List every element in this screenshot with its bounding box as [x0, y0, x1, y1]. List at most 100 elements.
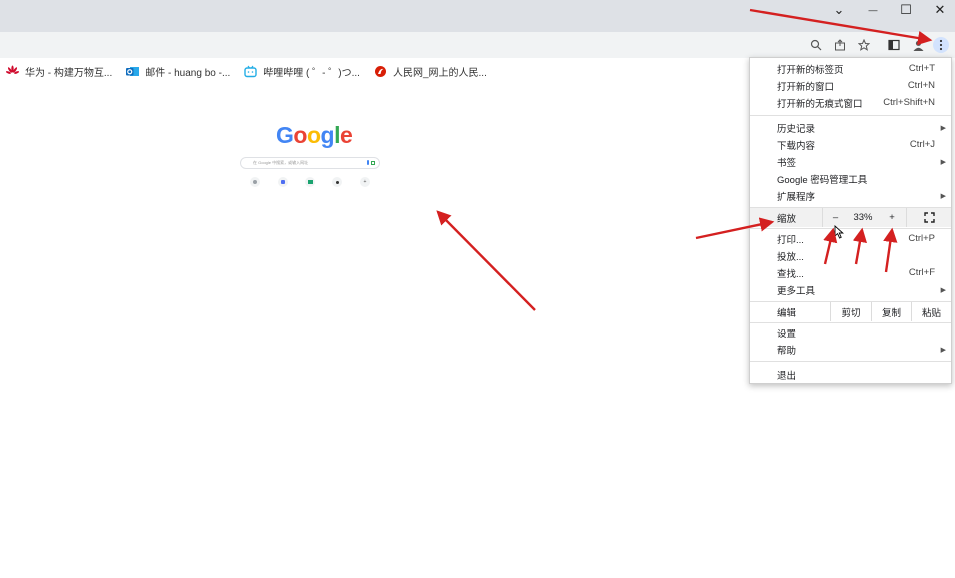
menu-item-label: 退出 [777, 370, 797, 382]
fullscreen-button[interactable] [906, 208, 951, 227]
voice-search-icon[interactable] [367, 160, 369, 165]
menu-item-new-tab[interactable]: 打开新的标签页 Ctrl+T [750, 60, 951, 77]
menu-item-print[interactable]: 打印... Ctrl+P [750, 230, 951, 247]
menu-item-new-window[interactable]: 打开新的窗口 Ctrl+N [750, 77, 951, 94]
profile-button[interactable] [910, 37, 926, 53]
share-button[interactable] [832, 37, 848, 53]
search-placeholder: 在 Google 中搜索，或输入网址 [253, 160, 309, 165]
shortcut-tile[interactable] [271, 177, 295, 194]
chrome-menu-button[interactable] [933, 37, 949, 53]
bookmark-label: 哔哩哔哩 ( ゜- ゜)つ... [263, 67, 360, 79]
side-panel-button[interactable] [886, 37, 902, 53]
logo-letter: o [306, 122, 321, 148]
menu-item-more-tools[interactable]: 更多工具 ▶ [750, 281, 951, 298]
copy-button[interactable]: 复制 [871, 302, 911, 321]
bookmark-star-button[interactable] [856, 37, 872, 53]
google-search-box[interactable]: 在 Google 中搜索，或输入网址 [240, 157, 380, 169]
zoom-indicator-button[interactable] [808, 37, 824, 53]
menu-item-label: 扩展程序 [777, 191, 816, 203]
menu-item-extensions[interactable]: 扩展程序 ▶ [750, 187, 951, 204]
image-search-icon[interactable] [371, 161, 375, 165]
menu-item-settings[interactable]: 设置 [750, 324, 951, 341]
shortcut-favicon-icon [305, 177, 315, 187]
magnifier-icon [810, 39, 822, 51]
menu-item-downloads[interactable]: 下载内容 Ctrl+J [750, 136, 951, 153]
logo-letter: g [320, 122, 335, 148]
bookmark-outlook[interactable]: 邮件 - huang bo -... [126, 64, 230, 79]
zoom-label: 缩放 [777, 213, 797, 225]
menu-item-label: 打开新的标签页 [777, 64, 844, 76]
zoom-in-button[interactable]: + [878, 208, 906, 227]
menu-item-label: 投放... [777, 251, 804, 263]
submenu-arrow-icon: ▶ [940, 158, 946, 166]
menu-item-find[interactable]: 查找... Ctrl+F [750, 264, 951, 281]
shortcut-tile[interactable] [243, 177, 267, 194]
submenu-arrow-icon: ▶ [940, 124, 946, 132]
peoples-daily-logo-icon [374, 65, 387, 78]
menu-item-label: 帮助 [777, 345, 797, 357]
browser-toolbar [0, 32, 955, 58]
shortcut-tile[interactable] [298, 177, 322, 194]
menu-item-new-incognito-window[interactable]: 打开新的无痕式窗口 Ctrl+Shift+N [750, 94, 951, 111]
shortcut-favicon-icon [278, 177, 288, 187]
zoom-row: 缩放 – 33% + [750, 208, 951, 227]
bilibili-tv-icon [244, 65, 257, 78]
fullscreen-icon [923, 212, 935, 223]
minimize-button[interactable]: — [858, 0, 888, 20]
add-shortcut-tile[interactable]: + [353, 177, 377, 194]
menu-item-exit[interactable]: 退出 [750, 366, 951, 383]
logo-letter: e [339, 122, 353, 148]
menu-divider [750, 322, 951, 323]
menu-item-label: 打开新的无痕式窗口 [777, 98, 863, 110]
chrome-main-menu: 打开新的标签页 Ctrl+T 打开新的窗口 Ctrl+N 打开新的无痕式窗口 Ctrl… [749, 57, 952, 384]
annotation-arrow [436, 210, 536, 311]
menu-item-bookmarks[interactable]: 书签 ▶ [750, 153, 951, 170]
menu-item-label: 设置 [777, 328, 797, 340]
submenu-arrow-icon: ▶ [940, 346, 946, 354]
minus-icon: – [832, 212, 839, 223]
menu-item-help[interactable]: 帮助 ▶ [750, 341, 951, 358]
menu-item-shortcut: Ctrl+Shift+N [883, 97, 935, 108]
google-logo: Google [276, 122, 353, 149]
shortcut-tile[interactable] [325, 177, 349, 194]
paste-button[interactable]: 粘贴 [911, 302, 951, 321]
shortcut-favicon-icon [250, 177, 260, 187]
menu-item-label: 书签 [777, 157, 797, 169]
plus-icon: + [889, 212, 895, 223]
bookmark-huawei[interactable]: 华为 - 构建万物互... [6, 64, 112, 79]
side-panel-icon [888, 39, 900, 51]
menu-item-label: 打开新的窗口 [777, 81, 835, 93]
menu-item-label: 历史记录 [777, 123, 816, 135]
chevron-down-icon: ⌄ [833, 2, 845, 17]
close-window-button[interactable]: ✕ [925, 0, 955, 20]
cut-button[interactable]: 剪切 [830, 302, 871, 321]
tab-search-button[interactable]: ⌄ [824, 0, 854, 20]
menu-item-label: 更多工具 [777, 285, 816, 297]
menu-item-shortcut: Ctrl+T [908, 63, 935, 74]
submenu-arrow-icon: ▶ [940, 286, 946, 294]
bookmark-label: 邮件 - huang bo -... [145, 67, 231, 79]
mouse-cursor-icon [834, 225, 844, 239]
minimize-icon: — [868, 5, 878, 15]
maximize-icon: ☐ [900, 2, 912, 17]
logo-letter: G [276, 122, 294, 148]
star-icon [858, 39, 870, 51]
zoom-level-value: 33% [853, 212, 873, 223]
outlook-mail-icon [126, 65, 140, 78]
menu-item-shortcut: Ctrl+P [908, 233, 935, 244]
shortcut-favicon-icon [332, 177, 342, 187]
logo-letter: o [293, 122, 307, 148]
bookmark-bilibili[interactable]: 哔哩哔哩 ( ゜- ゜)つ... [244, 64, 360, 79]
menu-divider [750, 361, 951, 362]
bookmark-label: 华为 - 构建万物互... [25, 67, 113, 79]
menu-item-shortcut: Ctrl+F [908, 267, 935, 278]
menu-divider [750, 228, 951, 229]
close-icon: ✕ [934, 2, 946, 17]
menu-item-label: 下载内容 [777, 140, 816, 152]
menu-item-password-manager[interactable]: Google 密码管理工具 [750, 170, 951, 187]
menu-item-history[interactable]: 历史记录 ▶ [750, 119, 951, 136]
bookmark-peoples-daily[interactable]: 人民网_网上的人民... [374, 64, 487, 79]
edit-row: 编辑 剪切 复制 粘贴 [750, 302, 951, 321]
maximize-button[interactable]: ☐ [891, 0, 921, 20]
menu-item-cast[interactable]: 投放... [750, 247, 951, 264]
